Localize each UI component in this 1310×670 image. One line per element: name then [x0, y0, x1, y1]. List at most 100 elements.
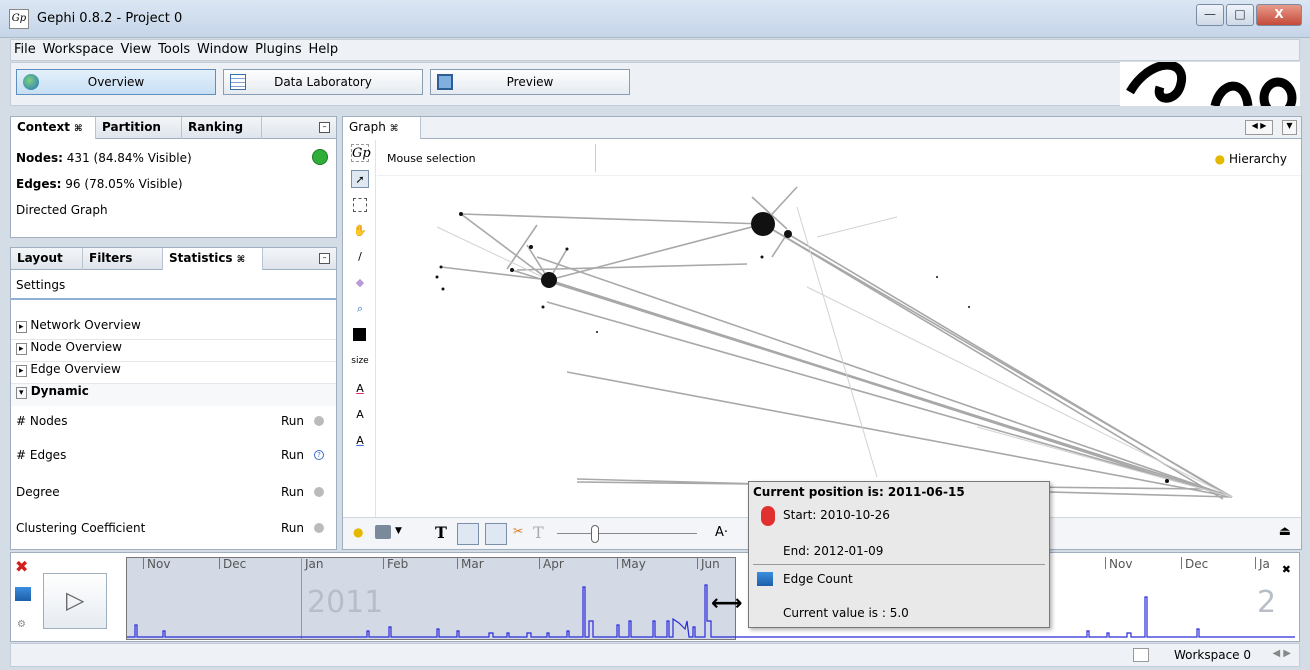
refresh-icon[interactable] [312, 149, 328, 165]
preview-button[interactable]: Preview [430, 69, 630, 95]
zoom-icon[interactable]: ⌕ [351, 300, 369, 318]
section-node-overview-label: Node Overview [30, 340, 122, 354]
section-dynamic-label: Dynamic [30, 384, 89, 398]
node-color-icon[interactable] [351, 326, 369, 344]
tab-close-icon[interactable]: ⌘ [390, 124, 399, 134]
drag-hand-icon[interactable]: ✋ [351, 222, 369, 240]
menu-view[interactable]: View [117, 40, 151, 57]
play-button[interactable]: ▷ [43, 573, 107, 629]
graph-type: Directed Graph [16, 203, 108, 217]
menu-plugins[interactable]: Plugins [252, 40, 302, 57]
edges-group [440, 186, 1233, 500]
settings-gear-icon[interactable]: ⚙ [17, 619, 26, 630]
label-color-icon[interactable]: A [351, 380, 369, 398]
graph-tab-header: Graph ⌘ ◀ ▶ ▼ [343, 117, 1301, 139]
edges-value: 96 (78.05% Visible) [65, 177, 183, 191]
close-button[interactable]: X [1256, 4, 1302, 26]
label-size-slider[interactable] [557, 533, 697, 534]
maximize-button[interactable]: □ [1226, 4, 1254, 26]
chart-icon[interactable] [15, 587, 31, 601]
menu-help[interactable]: Help [306, 40, 339, 57]
selection-mode-label: Mouse selection [387, 152, 476, 165]
pointer-icon[interactable]: ➚ [351, 170, 369, 188]
edge [806, 286, 1233, 498]
metric-nodes: # Nodes Run [11, 414, 336, 428]
section-network-overview-label: Network Overview [30, 318, 141, 332]
camera-dropdown-icon[interactable]: ▼ [395, 526, 402, 536]
diamond-icon[interactable]: ◆ [351, 274, 369, 292]
bulb-icon[interactable]: ● [353, 525, 363, 539]
play-icon: ▷ [66, 586, 85, 614]
label-size-icon[interactable]: A [351, 406, 369, 424]
show-edges-icon[interactable] [485, 523, 507, 545]
section-node-overview[interactable]: ▸ Node Overview [11, 340, 336, 362]
run-degree-button[interactable]: Run [281, 485, 304, 499]
tab-partition[interactable]: Partition [96, 117, 182, 139]
tab-close-icon[interactable]: ⌘ [237, 255, 245, 265]
tab-context[interactable]: Context ⌘ [11, 117, 96, 139]
close-chart-icon[interactable]: ✖ [1282, 563, 1291, 576]
font-size-icon[interactable]: A· [715, 525, 728, 540]
help-icon[interactable]: ? [314, 450, 324, 460]
section-dynamic[interactable]: ▾ Dynamic [11, 384, 336, 406]
status-icon [314, 416, 324, 426]
minimize-panel-icon[interactable]: – [319, 122, 330, 133]
run-edges-button[interactable]: Run [281, 448, 304, 462]
node [760, 255, 764, 259]
minimize-panel-icon[interactable]: – [319, 253, 330, 264]
node [459, 212, 463, 216]
data-laboratory-button[interactable]: Data Laboratory [223, 69, 423, 95]
tab-statistics[interactable]: Statistics ⌘ [163, 248, 263, 270]
rectangle-select-icon[interactable] [351, 196, 369, 214]
menu-window[interactable]: Window [194, 40, 248, 57]
workspace-icon [1133, 648, 1149, 662]
camera-icon[interactable] [375, 525, 391, 539]
context-panel: Context ⌘ Partition Ranking – Nodes: 431… [10, 116, 337, 238]
tab-statistics-label: Statistics [169, 251, 233, 265]
tab-graph-label: Graph [349, 120, 386, 134]
tab-scroll-arrows[interactable]: ◀ ▶ [1245, 120, 1273, 135]
timeline[interactable]: ✖ ⚙ ▷ Nov Dec Jan Feb Mar Apr May Jun No… [10, 552, 1300, 642]
brush-icon[interactable]: / [351, 248, 369, 266]
show-labels-icon[interactable]: T [435, 523, 447, 542]
node [541, 305, 545, 309]
workspace-nav-icon[interactable]: ◀ ▶ [1272, 648, 1291, 659]
tab-layout[interactable]: Layout [11, 248, 83, 270]
overview-button[interactable]: Overview [16, 69, 216, 95]
node [784, 230, 792, 238]
close-timeline-icon[interactable]: ✖ [15, 557, 28, 576]
tab-graph[interactable]: Graph ⌘ [343, 117, 421, 139]
section-edge-overview[interactable]: ▸ Edge Overview [11, 362, 336, 384]
size-tool[interactable]: size [351, 352, 369, 370]
scissors-icon[interactable]: ✂ [513, 524, 523, 538]
tab-ranking[interactable]: Ranking [182, 117, 262, 139]
metric-degree: Degree Run [11, 485, 336, 499]
menu-workspace[interactable]: Workspace [40, 40, 114, 57]
section-network-overview[interactable]: ▸ Network Overview [11, 318, 336, 340]
run-nodes-button[interactable]: Run [281, 414, 304, 428]
overview-label: Overview [87, 75, 145, 89]
metric-clustering: Clustering Coefficient Run [11, 521, 336, 535]
tab-close-icon[interactable]: ⌘ [74, 124, 82, 134]
label-style-icon[interactable]: A [351, 432, 369, 450]
edge [771, 233, 788, 258]
menu-tools[interactable]: Tools [155, 40, 190, 57]
eject-icon[interactable]: ⏏ [1279, 524, 1291, 539]
gephi-tool-icon[interactable]: Gp [351, 144, 371, 162]
edge-color-icon[interactable] [457, 523, 479, 545]
context-tab-header: Context ⌘ Partition Ranking – [11, 117, 336, 139]
settings-link[interactable]: Settings [11, 278, 336, 300]
node [1165, 479, 1169, 483]
label-font-icon[interactable]: T [533, 523, 544, 542]
minimize-button[interactable]: — [1196, 4, 1224, 26]
run-clustering-button[interactable]: Run [281, 521, 304, 535]
metric-edges: # Edges Run? [11, 448, 336, 462]
tab-list-dropdown[interactable]: ▼ [1282, 120, 1297, 135]
slider-handle[interactable] [591, 525, 599, 543]
menu-file[interactable]: File [11, 40, 36, 57]
node [565, 247, 569, 251]
hierarchy-button[interactable]: ● Hierarchy [1215, 152, 1287, 166]
graph-canvas[interactable] [377, 177, 1301, 517]
tab-filters[interactable]: Filters [83, 248, 163, 270]
map-pin-icon [761, 506, 775, 526]
